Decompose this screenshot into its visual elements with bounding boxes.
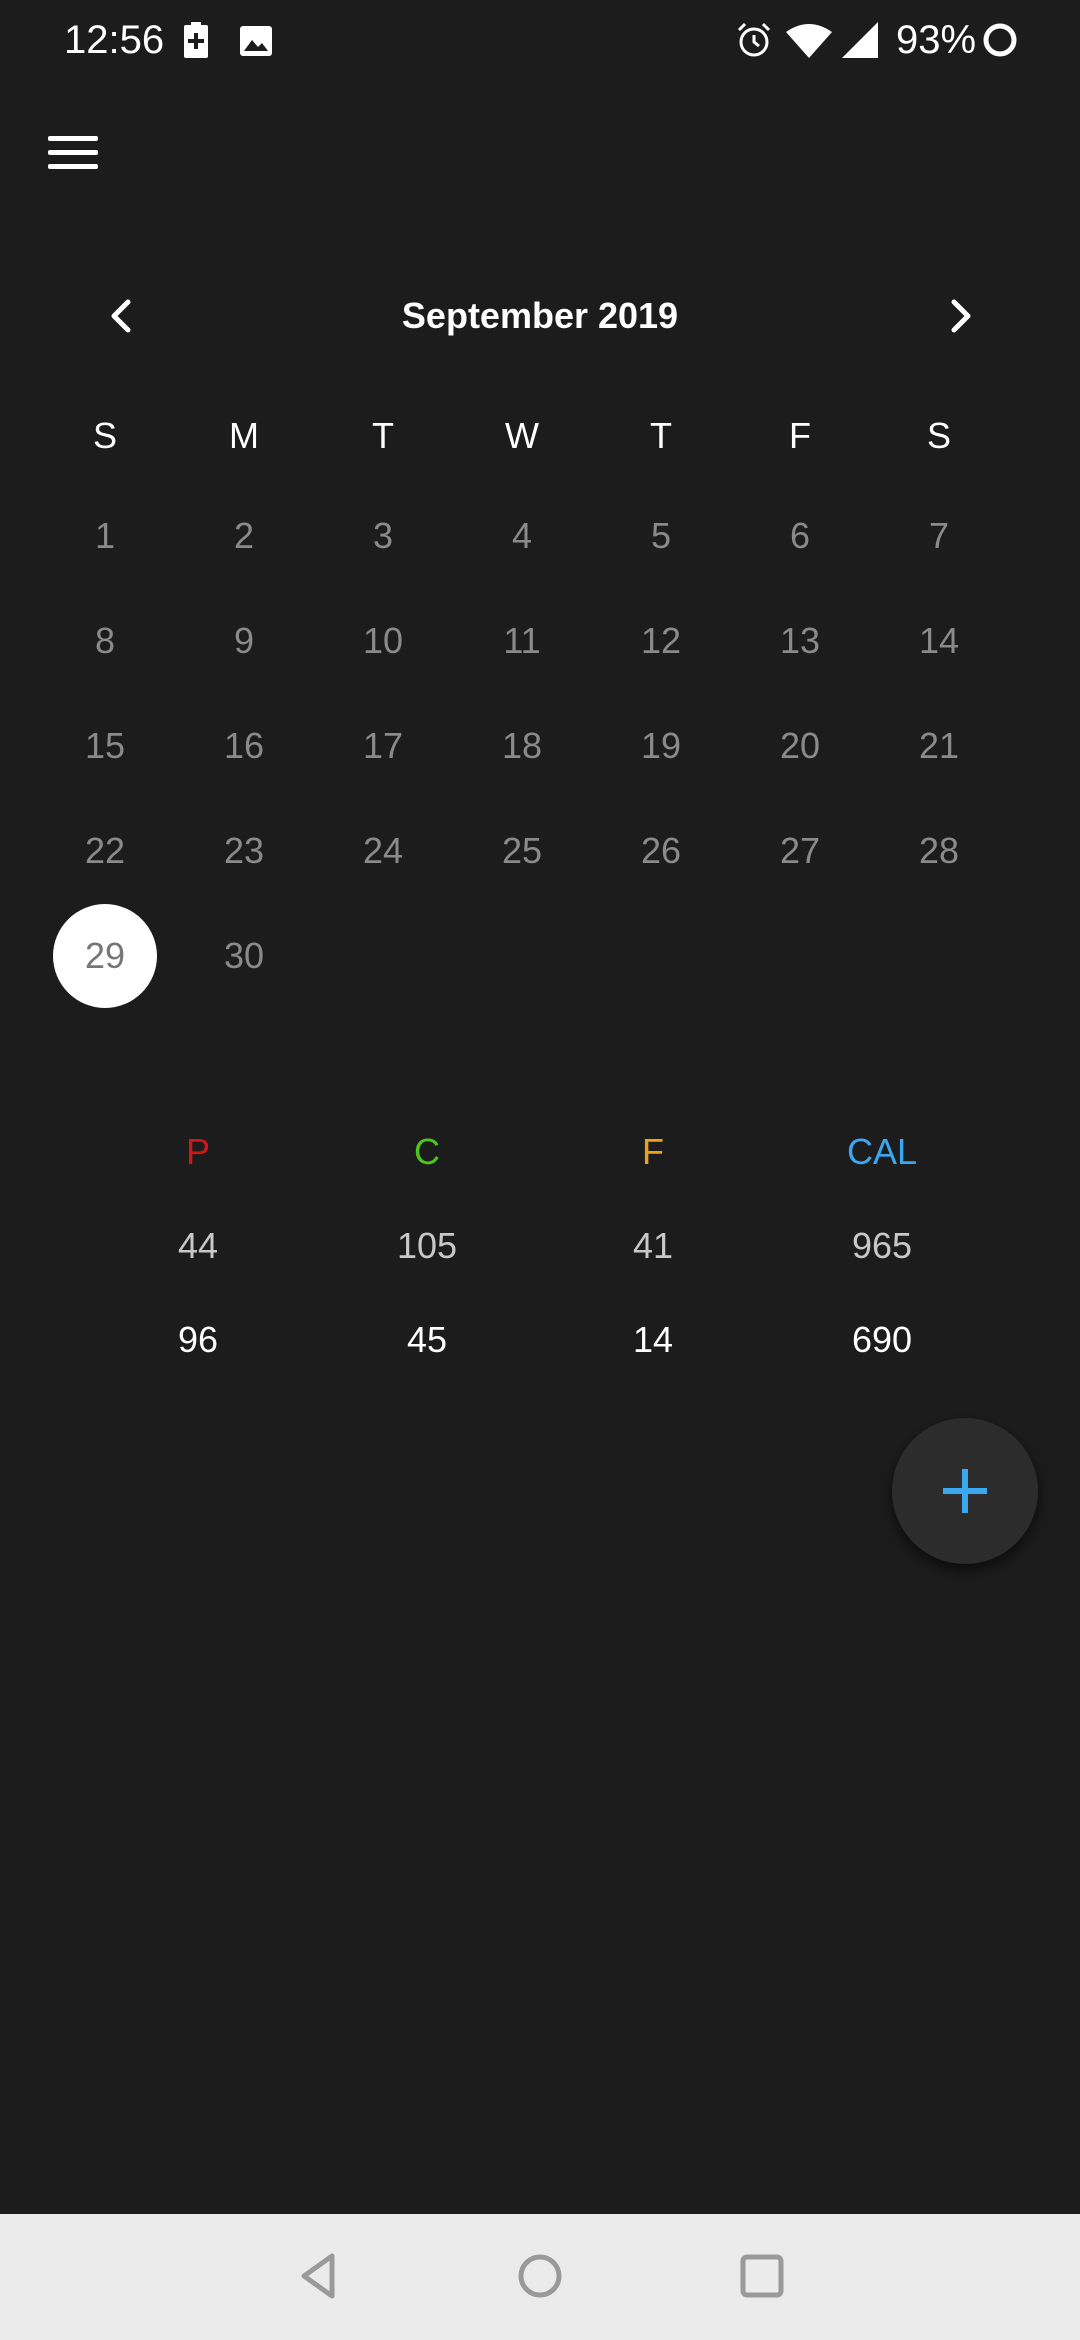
back-button[interactable] <box>288 2244 352 2308</box>
calendar-day[interactable]: 25 <box>470 799 574 903</box>
fat-value: 41 <box>632 1225 674 1266</box>
calendar-day[interactable]: 6 <box>748 484 852 588</box>
calendar-day[interactable]: 15 <box>53 694 157 798</box>
month-title: September 2019 <box>401 295 679 336</box>
home-button[interactable] <box>508 2244 572 2308</box>
calendar-day[interactable]: 17 <box>331 694 435 798</box>
calendar-day[interactable]: 1 <box>53 484 157 588</box>
calendar-day[interactable]: 23 <box>192 799 296 903</box>
weekday-header: S M T W T F S <box>53 400 1027 472</box>
calendar-day[interactable]: 27 <box>748 799 852 903</box>
carbs-label: C <box>414 1131 440 1172</box>
weekday-label: W <box>505 415 539 456</box>
add-entry-button[interactable] <box>892 1418 1038 1564</box>
protein-label: P <box>185 1131 210 1172</box>
calendar-day[interactable]: 20 <box>748 694 852 798</box>
calendar-day[interactable]: 26 <box>609 799 713 903</box>
calendar-day[interactable]: 8 <box>53 589 157 693</box>
weekday-label: T <box>372 415 394 456</box>
calendar-day[interactable]: 18 <box>470 694 574 798</box>
carbs-value: 105 <box>396 1225 458 1266</box>
calendar-day[interactable]: 30 <box>192 904 296 1008</box>
macro-row: 44 105 41 965 <box>0 1216 1080 1276</box>
battery-saver-icon <box>184 22 208 63</box>
recents-icon <box>740 2254 784 2298</box>
calories-label: CAL <box>846 1131 918 1172</box>
calendar-day[interactable]: 11 <box>470 589 574 693</box>
chevron-left-icon <box>111 299 131 333</box>
weekday-label: S <box>926 415 951 456</box>
calendar-day[interactable]: 9 <box>192 589 296 693</box>
calendar-day[interactable]: 5 <box>609 484 713 588</box>
status-time: 12:56 <box>64 18 165 62</box>
signal-icon <box>842 22 878 63</box>
recents-button[interactable] <box>730 2244 794 2308</box>
calendar-day[interactable]: 12 <box>609 589 713 693</box>
battery-percent: 93% <box>896 18 977 62</box>
calendar-day[interactable]: 14 <box>887 589 991 693</box>
system-nav-bar <box>0 2214 1080 2340</box>
chevron-right-icon <box>951 299 971 333</box>
carbs-value: 45 <box>406 1319 448 1360</box>
calendar-day[interactable]: 22 <box>53 799 157 903</box>
calendar-day[interactable]: 16 <box>192 694 296 798</box>
image-icon <box>240 26 272 61</box>
calendar-day[interactable]: 24 <box>331 799 435 903</box>
weekday-label: T <box>650 415 672 456</box>
calendar-day[interactable]: 4 <box>470 484 574 588</box>
weekday-label: F <box>789 415 811 456</box>
wifi-icon <box>786 22 832 63</box>
protein-value: 44 <box>177 1225 219 1266</box>
back-icon <box>301 2253 335 2299</box>
calendar-day[interactable]: 10 <box>331 589 435 693</box>
calendar-day[interactable]: 3 <box>331 484 435 588</box>
calendar-week: 29 30 <box>53 904 1027 1008</box>
macro-row: 96 45 14 690 <box>0 1310 1080 1370</box>
weekday-label: M <box>229 415 259 456</box>
calendar-day-selected[interactable]: 29 <box>53 904 157 1008</box>
plus-icon <box>943 1469 987 1513</box>
next-month-button[interactable] <box>930 286 990 346</box>
calendar-week: 22 23 24 25 26 27 28 <box>53 799 1027 899</box>
calendar-day[interactable]: 13 <box>748 589 852 693</box>
protein-value: 96 <box>177 1319 219 1360</box>
calendar-day[interactable]: 7 <box>887 484 991 588</box>
calendar-day[interactable]: 19 <box>609 694 713 798</box>
calendar-week: 8 9 10 11 12 13 14 <box>53 589 1027 689</box>
status-bar: 12:56 93% <box>0 0 1080 80</box>
calendar-day[interactable]: 2 <box>192 484 296 588</box>
calories-value: 690 <box>851 1319 913 1360</box>
previous-month-button[interactable] <box>92 286 152 346</box>
fat-value: 14 <box>632 1319 674 1360</box>
calories-value: 965 <box>851 1225 913 1266</box>
hamburger-menu-icon[interactable] <box>40 124 106 180</box>
fat-label: F <box>642 1131 664 1172</box>
battery-ring-icon <box>982 22 1018 63</box>
alarm-icon <box>736 22 772 63</box>
calendar-week: 1 2 3 4 5 6 7 <box>53 484 1027 584</box>
home-icon <box>518 2254 562 2298</box>
calendar-day[interactable]: 28 <box>887 799 991 903</box>
calendar-week: 15 16 17 18 19 20 21 <box>53 694 1027 794</box>
calendar-day[interactable]: 21 <box>887 694 991 798</box>
macro-header-row: P C F CAL <box>0 1122 1080 1182</box>
weekday-label: S <box>92 415 117 456</box>
